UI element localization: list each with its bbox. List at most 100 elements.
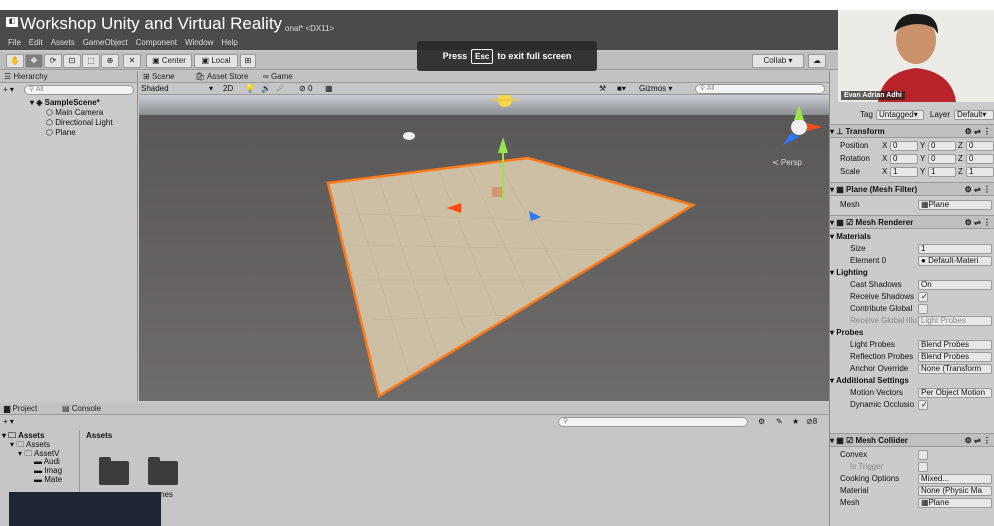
scene-tools-icon[interactable]: ⚒ xyxy=(599,83,606,94)
hand-tool-icon[interactable]: ✋ xyxy=(6,54,24,68)
mesh-renderer-header[interactable]: ▾ ▦ ☑ Mesh Renderer ⚙ ⇌ ⋮ xyxy=(830,215,994,229)
hierarchy-search-input[interactable]: ⚲ All xyxy=(24,85,134,95)
collider-mesh-field[interactable]: ▦Plane xyxy=(918,498,992,508)
hidden-packages-toggle[interactable]: ⊘8 xyxy=(806,417,817,426)
menu-item[interactable]: Component xyxy=(136,38,177,47)
tab-game[interactable]: ∞ Game xyxy=(263,71,293,83)
plane-object[interactable] xyxy=(326,156,697,398)
tab-project[interactable]: ▆ Project xyxy=(4,403,37,415)
hidden-objects-toggle[interactable]: ⊘ 0 xyxy=(299,83,312,94)
axis-label[interactable]: X xyxy=(882,140,887,152)
transform-y-field[interactable]: 0 xyxy=(928,141,956,151)
checkbox-icon[interactable]: ☑ xyxy=(846,436,853,445)
add-object-button[interactable]: + ▾ xyxy=(3,85,14,94)
2d-toggle[interactable]: 2D xyxy=(223,83,233,94)
menu-item[interactable]: Help xyxy=(221,38,237,47)
project-breadcrumb[interactable]: Assets xyxy=(86,431,112,440)
shading-mode-select[interactable]: Shaded xyxy=(141,83,169,94)
persp-label[interactable]: ≺ Persp xyxy=(772,158,802,167)
transform-y-field[interactable]: 0 xyxy=(928,154,956,164)
menu-item[interactable]: Assets xyxy=(51,38,75,47)
lighting-foldout[interactable]: ▾ Lighting xyxy=(830,267,994,279)
cast-shadows-select[interactable]: On xyxy=(918,280,992,290)
gizmos-button[interactable]: Gizmos ▾ xyxy=(639,83,672,94)
transform-x-field[interactable]: 0 xyxy=(890,154,918,164)
dynamic-occlusion-checkbox[interactable]: ✓ xyxy=(918,400,928,410)
element0-field[interactable]: ● Default-Materi xyxy=(918,256,992,266)
scene-search-input[interactable]: ⚲ All xyxy=(695,84,825,94)
custom-tool-icon[interactable]: ✕ xyxy=(123,54,141,68)
probes-foldout[interactable]: ▾ Probes xyxy=(830,327,994,339)
chevron-down-icon[interactable]: ▾ xyxy=(209,83,213,94)
hierarchy-item-directional-light[interactable]: ⬡ Directional Light xyxy=(46,118,113,128)
axis-label[interactable]: Y xyxy=(920,153,925,165)
mesh-collider-header[interactable]: ▾ ▦ ☑ Mesh Collider ⚙ ⇌ ⋮ xyxy=(830,433,994,447)
menu-item[interactable]: Edit xyxy=(29,38,43,47)
scale-tool-icon[interactable]: ⊡ xyxy=(63,54,81,68)
light-probes-select[interactable]: Blend Probes xyxy=(918,340,992,350)
pivot-center-button[interactable]: ▣ Center xyxy=(146,54,192,68)
camera-settings-icon[interactable]: ■▾ xyxy=(617,83,626,94)
move-tool-icon[interactable]: ✥ xyxy=(25,54,43,68)
menu-item[interactable]: Window xyxy=(185,38,213,47)
menu-item[interactable]: File xyxy=(8,38,21,47)
scene-root-item[interactable]: ▾ ◈ SampleScene* xyxy=(30,98,100,108)
is-trigger-checkbox[interactable] xyxy=(918,462,928,472)
rect-tool-icon[interactable]: ⬚ xyxy=(82,54,100,68)
additional-settings-foldout[interactable]: ▾ Additional Settings xyxy=(830,375,994,387)
reflection-probes-select[interactable]: Blend Probes xyxy=(918,352,992,362)
axis-label[interactable]: Y xyxy=(920,140,925,152)
tab-scene[interactable]: ⊞ Scene xyxy=(143,71,175,83)
tree-item[interactable]: ▬ Mate xyxy=(34,475,62,484)
checkbox-icon[interactable]: ☑ xyxy=(846,218,853,227)
component-settings-icon[interactable]: ⚙ ⇌ ⋮ xyxy=(965,125,991,139)
tree-item[interactable]: ▬ Audi xyxy=(34,457,60,466)
filter-label-icon[interactable]: ✎ xyxy=(776,417,783,426)
axis-label[interactable]: Z xyxy=(958,166,963,178)
anchor-override-field[interactable]: None (Transform xyxy=(918,364,992,374)
favorite-icon[interactable]: ★ xyxy=(792,417,799,426)
rotate-tool-icon[interactable]: ⟳ xyxy=(44,54,62,68)
transform-y-field[interactable]: 1 xyxy=(928,167,956,177)
cloud-icon[interactable]: ☁ xyxy=(808,54,826,68)
axis-label[interactable]: Y xyxy=(920,166,925,178)
collab-button[interactable]: Collab ▾ xyxy=(752,54,804,68)
receive-shadows-checkbox[interactable]: ✓ xyxy=(918,292,928,302)
hierarchy-item-plane[interactable]: ⬡ Plane xyxy=(46,128,76,138)
layer-select[interactable]: Default▾ xyxy=(954,110,994,120)
tab-asset-store[interactable]: 🛍 Asset Store xyxy=(195,71,248,83)
transform-header[interactable]: ▾ ⊥ Transform ⚙ ⇌ ⋮ xyxy=(830,124,994,138)
orientation-gizmo[interactable] xyxy=(783,105,822,145)
contribute-gi-checkbox[interactable] xyxy=(918,304,928,314)
audio-toggle-icon[interactable]: 🔊 xyxy=(261,83,271,94)
menu-item[interactable]: GameObject xyxy=(83,38,128,47)
component-settings-icon[interactable]: ⚙ ⇌ ⋮ xyxy=(965,434,991,448)
project-search-input[interactable]: ⚲ xyxy=(558,417,748,427)
convex-checkbox[interactable] xyxy=(918,450,928,460)
lighting-toggle-icon[interactable]: 💡 xyxy=(245,83,255,94)
folder-icon[interactable] xyxy=(99,457,129,485)
transform-x-field[interactable]: 1 xyxy=(890,167,918,177)
mesh-field[interactable]: ▦Plane xyxy=(918,200,992,210)
motion-vectors-select[interactable]: Per Object Motion xyxy=(918,388,992,398)
axis-label[interactable]: X xyxy=(882,166,887,178)
mesh-filter-header[interactable]: ▾ ▦ Plane (Mesh Filter) ⚙ ⇌ ⋮ xyxy=(830,182,994,196)
transform-x-field[interactable]: 0 xyxy=(890,141,918,151)
tree-item[interactable]: ▬ Imag xyxy=(34,466,62,475)
pivot-local-button[interactable]: ▣ Local xyxy=(194,54,238,68)
grid-toggle-icon[interactable]: ▦ xyxy=(325,83,333,94)
transform-z-field[interactable]: 0 xyxy=(966,141,994,151)
transform-z-field[interactable]: 1 xyxy=(966,167,994,177)
materials-foldout[interactable]: ▾ Materials xyxy=(830,231,994,243)
axis-label[interactable]: Z xyxy=(958,153,963,165)
folder-icon[interactable] xyxy=(148,457,178,485)
axis-label[interactable]: Z xyxy=(958,140,963,152)
filter-type-icon[interactable]: ⚙ xyxy=(758,417,765,426)
hierarchy-tab[interactable]: ☰ Hierarchy xyxy=(0,71,137,83)
component-settings-icon[interactable]: ⚙ ⇌ ⋮ xyxy=(965,183,991,197)
create-asset-button[interactable]: + ▾ xyxy=(3,417,14,426)
size-field[interactable]: 1 xyxy=(918,244,992,254)
snap-icon[interactable]: ⊞ xyxy=(240,54,256,68)
transform-z-field[interactable]: 0 xyxy=(966,154,994,164)
tab-console[interactable]: ▤ Console xyxy=(62,403,101,415)
